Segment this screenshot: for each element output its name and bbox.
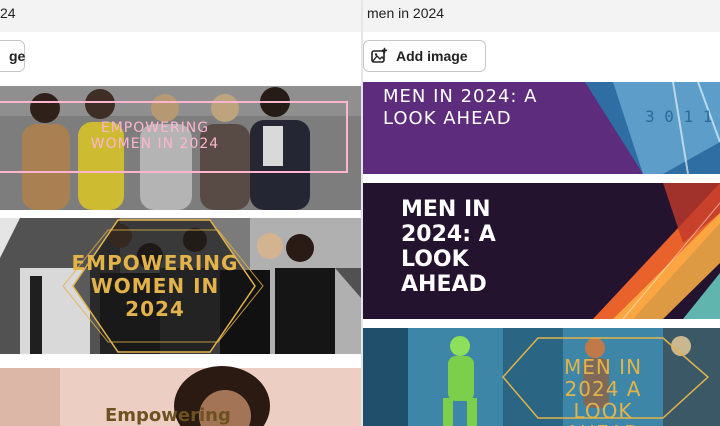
svg-text:3 0 1 1: 3 0 1 1 xyxy=(645,107,712,126)
card-title: MEN IN 2024: A LOOK AHEAD xyxy=(401,197,496,297)
add-image-icon xyxy=(371,47,388,63)
prompt-text: men in 2024 xyxy=(367,5,445,21)
prompt-bar[interactable]: men in 2024 xyxy=(363,0,720,32)
generated-image-card-1[interactable]: 3 0 1 1 MEN IN 2024: A LOOK AHEAD xyxy=(363,82,720,174)
card-title: MEN IN 2024: A LOOK AHEAD xyxy=(383,86,538,129)
card-title: EMPOWERING WOMEN IN 2024 xyxy=(90,120,220,152)
generated-image-card-2[interactable]: EMPOWERING WOMEN IN 2024 xyxy=(0,218,361,354)
prompt-bar[interactable]: 24 xyxy=(0,0,361,32)
card-title: MEN IN 2024 A LOOK AHEAD xyxy=(563,355,643,426)
add-image-button[interactable]: Add image xyxy=(363,40,486,72)
prompt-text: 24 xyxy=(0,5,16,21)
right-result-pane: men in 2024 Add image 3 0 1 1 MEN IN 202… xyxy=(363,0,720,426)
card-title: EMPOWERING WOMEN IN 2024 xyxy=(71,251,239,321)
generated-image-card-3[interactable]: Empowering xyxy=(0,362,361,426)
generated-image-card-2[interactable]: MEN IN 2024: A LOOK AHEAD xyxy=(363,183,720,319)
left-result-pane: 24 ge EMPOWERING WOMEN IN 2024 EMPOWERIN… xyxy=(0,0,361,426)
add-image-button-label: ge xyxy=(9,48,26,64)
add-image-button[interactable]: ge xyxy=(0,40,25,72)
card-title: Empowering xyxy=(105,405,231,426)
generated-image-card-3[interactable]: MEN IN 2024 A LOOK AHEAD xyxy=(363,328,720,426)
add-image-button-label: Add image xyxy=(396,48,468,64)
generated-image-card-1[interactable]: EMPOWERING WOMEN IN 2024 xyxy=(0,86,361,210)
